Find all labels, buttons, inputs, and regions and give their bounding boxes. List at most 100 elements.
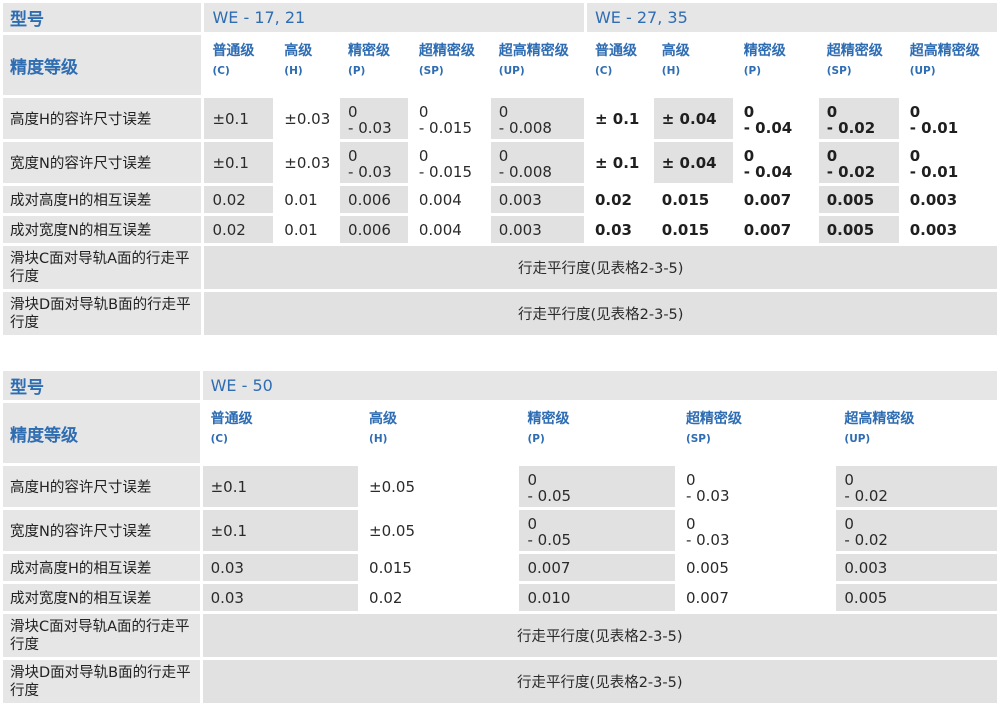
grade-header: 精密级 (P): [735, 35, 816, 95]
row-label: 成对宽度N的相互误差: [3, 584, 200, 611]
grade-header: 精密级 (P): [519, 403, 675, 463]
value-cell: 0.015: [361, 554, 517, 581]
value-line: - 0.015: [418, 162, 472, 181]
value-line: 0: [348, 102, 358, 121]
value-cell: 0.01: [276, 186, 338, 213]
value-cell: 0.010: [519, 584, 675, 611]
value-line: 0: [743, 146, 755, 165]
grade-code: (H): [661, 65, 681, 77]
grade-header: 超精密级 (SP): [677, 403, 834, 463]
value-line: - 0.03: [685, 530, 730, 549]
grade-code: (P): [348, 65, 366, 77]
grade-header: 超高精密级 (UP): [836, 403, 997, 463]
value-cell: 0- 0.02: [836, 466, 997, 507]
value-line: 0: [743, 102, 755, 121]
value-cell: 0.005: [677, 554, 834, 581]
grade-header: 高级 (H): [361, 403, 517, 463]
grade-name: 精密级: [348, 43, 391, 59]
value-cell: 0.006: [340, 186, 408, 213]
grade-code: (C): [210, 433, 228, 445]
value-cell: 0.03: [586, 216, 651, 243]
grade-header: 普通级 (C): [202, 403, 359, 463]
value-cell: 0.015: [653, 186, 733, 213]
value-cell: 0.015: [653, 216, 733, 243]
value-cell: 0.007: [519, 554, 675, 581]
value-cell: 0.007: [677, 584, 834, 611]
value-cell: 0.004: [410, 216, 488, 243]
value-line: - 0.015: [418, 118, 472, 137]
grade-name: 普通级: [594, 43, 637, 59]
value-cell: 0.005: [836, 584, 997, 611]
value-line: - 0.03: [348, 162, 392, 181]
row-label: 高度H的容许尺寸误差: [3, 98, 202, 139]
grade-name: 超高精密级: [844, 411, 915, 427]
value-line: - 0.04: [743, 118, 793, 137]
value-cell: 0.003: [901, 186, 997, 213]
value-cell: 0.03: [202, 554, 359, 581]
value-cell: ±0.1: [202, 510, 359, 551]
grade-header: 超高精密级 (UP): [901, 35, 997, 95]
grade-name: 精密级: [527, 411, 570, 427]
value-cell: 0- 0.05: [519, 466, 675, 507]
value-cell: 0- 0.04: [735, 98, 816, 139]
value-cell: ±0.03: [276, 142, 338, 183]
value-line: 0: [527, 470, 538, 489]
row-label: 成对高度H的相互误差: [3, 186, 202, 213]
parallelism-d-label: 滑块D面对导轨B面的行走平行度: [3, 660, 200, 703]
value-cell: 0- 0.015: [410, 98, 488, 139]
value-line: 0: [909, 102, 921, 121]
parallelism-d-note: 行走平行度(见表格2-3-5): [202, 660, 997, 703]
value-cell: 0.03: [202, 584, 359, 611]
value-cell: 0.003: [901, 216, 997, 243]
value-cell: ± 0.04: [653, 142, 733, 183]
value-line: 0: [498, 102, 509, 121]
value-cell: ± 0.1: [586, 142, 651, 183]
value-cell: 0.003: [490, 216, 584, 243]
value-cell: 0- 0.01: [901, 142, 997, 183]
row-label: 高度H的容许尺寸误差: [3, 466, 200, 507]
value-line: - 0.05: [527, 530, 572, 549]
value-line: - 0.02: [844, 530, 888, 549]
grade-code: (P): [527, 433, 545, 445]
grade-name: 超精密级: [826, 43, 883, 59]
value-line: 0: [418, 146, 429, 165]
row-label: 成对宽度N的相互误差: [3, 216, 202, 243]
value-cell: 0.007: [735, 216, 816, 243]
grade-name: 精密级: [743, 43, 786, 59]
value-cell: 0- 0.01: [901, 98, 997, 139]
grade-code: (C): [594, 65, 613, 77]
row-label: 宽度N的容许尺寸误差: [3, 510, 200, 551]
grade-name: 超精密级: [685, 411, 742, 427]
value-cell: 0.006: [340, 216, 408, 243]
value-cell: 0.005: [818, 216, 899, 243]
value-cell: 0- 0.03: [340, 142, 408, 183]
value-line: - 0.03: [685, 486, 730, 505]
grade-name: 高级: [661, 43, 690, 59]
value-line: 0: [418, 102, 429, 121]
accuracy-table-we-50: 型号 WE - 50 精度等级 普通级 (C) 高级 (H) 精密级 (P) 超精密级 (SP…: [0, 368, 1000, 706]
value-line: - 0.02: [826, 118, 876, 137]
parallelism-c-note: 行走平行度(见表格2-3-5): [204, 246, 997, 289]
value-cell: 0.005: [818, 186, 899, 213]
value-cell: 0- 0.05: [519, 510, 675, 551]
value-cell: ±0.1: [204, 98, 274, 139]
value-cell: 0- 0.008: [490, 98, 584, 139]
grade-code: (SP): [826, 65, 852, 77]
grade-header: 普通级 (C): [586, 35, 651, 95]
grade-name: 高级: [369, 411, 398, 427]
value-cell: ±0.05: [361, 510, 517, 551]
grade-name: 普通级: [210, 411, 253, 427]
value-cell: ±0.05: [361, 466, 517, 507]
value-cell: 0.02: [204, 186, 274, 213]
row-label: 宽度N的容许尺寸误差: [3, 142, 202, 183]
grade-name: 高级: [284, 43, 313, 59]
value-line: - 0.03: [348, 118, 392, 137]
value-cell: 0.003: [490, 186, 584, 213]
value-cell: ± 0.04: [653, 98, 733, 139]
value-line: 0: [844, 470, 854, 489]
value-cell: 0- 0.02: [818, 98, 899, 139]
value-line: 0: [685, 470, 696, 489]
grade-header: 普通级 (C): [204, 35, 274, 95]
grade-name: 普通级: [212, 43, 255, 59]
model-we-50: WE - 50: [202, 371, 997, 400]
